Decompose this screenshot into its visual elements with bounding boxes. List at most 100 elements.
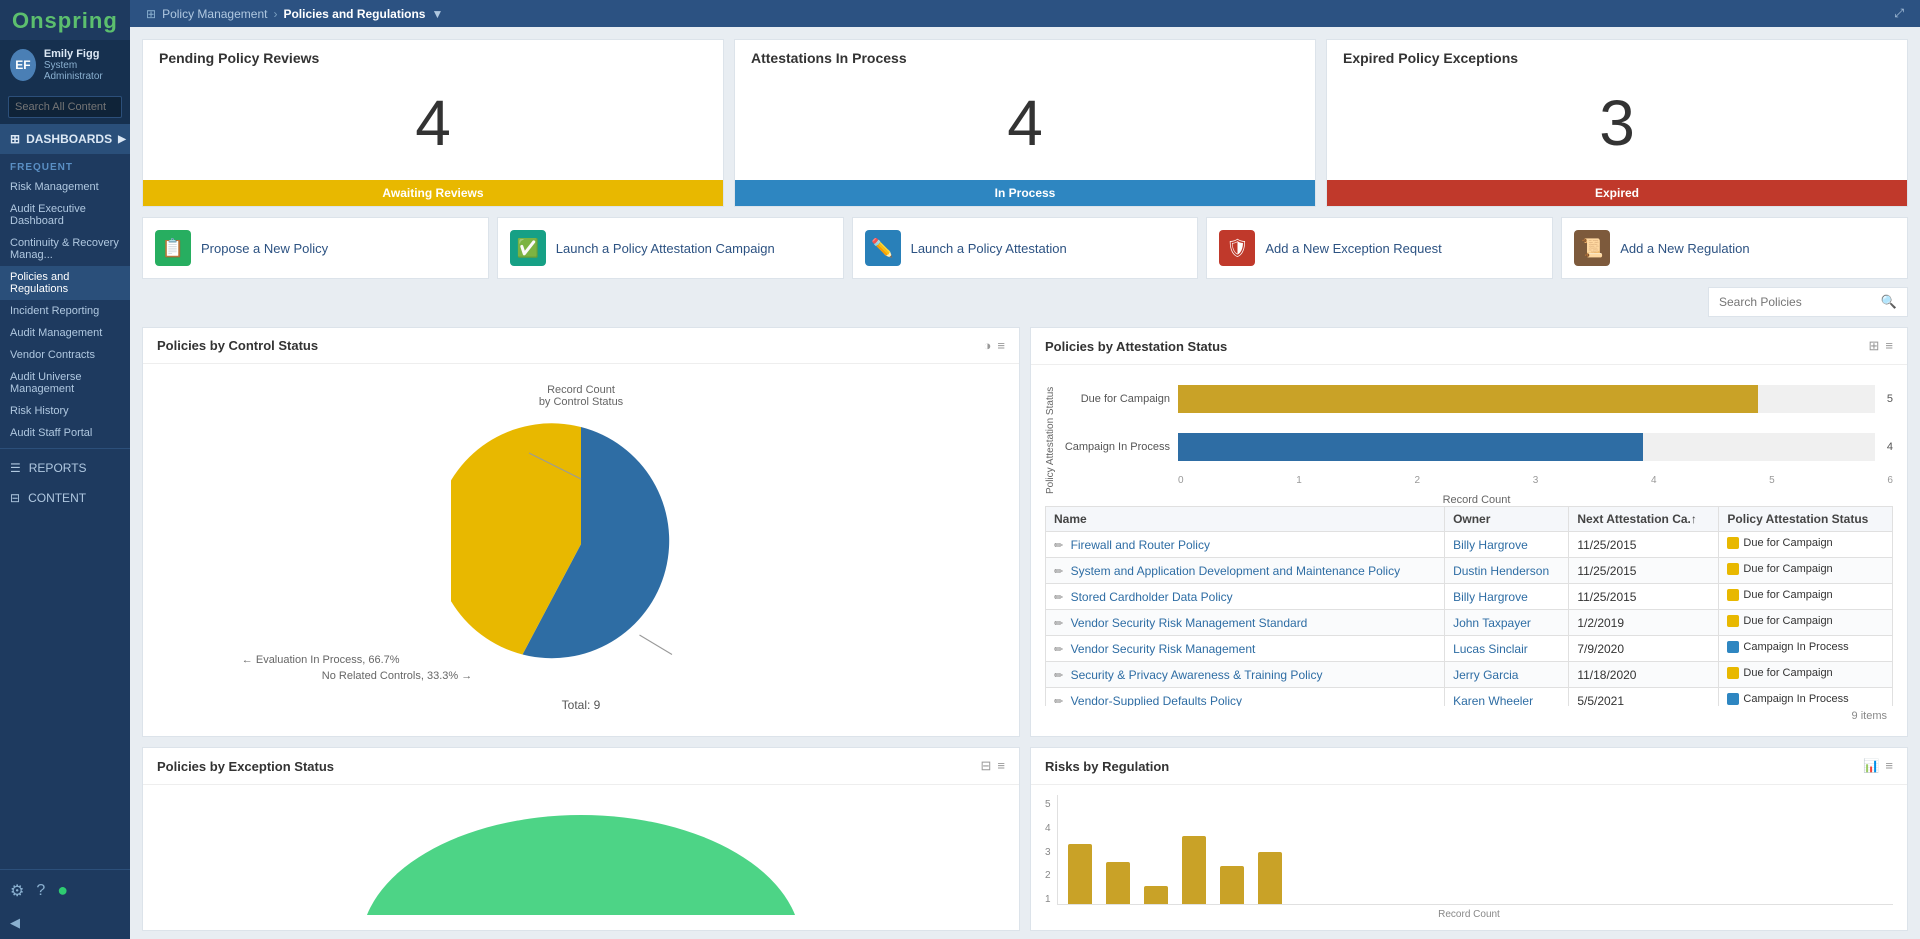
launch-attestation-button[interactable]: ✏️ Launch a Policy Attestation [852, 217, 1199, 279]
sidebar-item-continuity[interactable]: Continuity & Recovery Manag... [0, 232, 130, 266]
sidebar-item-risk-management[interactable]: Risk Management [0, 176, 130, 198]
sidebar-item-incident[interactable]: Incident Reporting [0, 300, 130, 322]
table-cell-status: Campaign In Process [1719, 688, 1893, 707]
topbar-expand-icon[interactable]: ⤢ [1894, 6, 1904, 21]
help-icon[interactable]: ? [36, 882, 45, 900]
stat-footer-pending[interactable]: Awaiting Reviews [143, 180, 723, 206]
breadcrumb-dropdown-icon[interactable]: ▼ [431, 7, 443, 21]
attestation-table-scroll[interactable]: Name Owner Next Attestation Ca.↑ Policy … [1045, 506, 1893, 706]
menu-icon[interactable]: ≡ [1885, 758, 1893, 774]
table-icon[interactable]: ⊞ [1869, 338, 1880, 354]
edit-icon[interactable]: ✏ [1054, 644, 1063, 656]
stat-card-pending-reviews: Pending Policy Reviews 4 Awaiting Review… [142, 39, 724, 207]
add-exception-request-button[interactable]: 🛡 Add a New Exception Request [1206, 217, 1553, 279]
reports-label: REPORTS [29, 461, 87, 475]
edit-icon[interactable]: ✏ [1054, 696, 1063, 707]
search-policies-input[interactable] [1719, 295, 1875, 309]
col-status[interactable]: Policy Attestation Status [1719, 507, 1893, 532]
nav-item-label: Audit Executive Dashboard [10, 203, 120, 227]
attestation-table: Name Owner Next Attestation Ca.↑ Policy … [1045, 506, 1893, 706]
sidebar-item-risk-history[interactable]: Risk History [0, 400, 130, 422]
col-name[interactable]: Name [1046, 507, 1445, 532]
content-nav[interactable]: ⊟ CONTENT [0, 483, 130, 513]
sidebar: Onspring EF Emily Figg System Administra… [0, 0, 130, 939]
table-cell-date: 11/25/2015 [1569, 532, 1719, 558]
edit-icon[interactable]: ✏ [1054, 670, 1063, 682]
chart-control-header: Policies by Control Status ◑ ≡ [143, 328, 1019, 364]
edit-icon[interactable]: ✏ [1054, 566, 1063, 578]
add-exception-icon: 🛡 [1219, 230, 1255, 266]
policy-name-link[interactable]: Firewall and Router Policy [1071, 538, 1210, 552]
settings-icon[interactable]: ⚙ [10, 881, 24, 901]
status-badge: Due for Campaign [1727, 537, 1832, 549]
owner-link[interactable]: Karen Wheeler [1453, 694, 1533, 707]
policy-name-link[interactable]: Vendor-Supplied Defaults Policy [1071, 694, 1242, 707]
filter-icon[interactable]: ⊟ [981, 758, 992, 774]
owner-link[interactable]: Lucas Sinclair [1453, 642, 1528, 656]
owner-link[interactable]: Billy Hargrove [1453, 590, 1528, 604]
propose-policy-icon: 📋 [155, 230, 191, 266]
propose-policy-button[interactable]: 📋 Propose a New Policy [142, 217, 489, 279]
bar-chart-icon[interactable]: 📊 [1863, 758, 1879, 774]
pie-icon[interactable]: ◑ [984, 338, 992, 353]
risk-bar-2 [1106, 862, 1130, 904]
table-row: ✏ Firewall and Router Policy [1046, 532, 1445, 558]
sidebar-item-audit-staff[interactable]: Audit Staff Portal [0, 422, 130, 444]
stat-footer-attestations[interactable]: In Process [735, 180, 1315, 206]
table-cell-owner: John Taxpayer [1445, 610, 1569, 636]
pie-annotation-eval: ← Evaluation In Process, 66.7% [242, 654, 920, 666]
chart-risks-title: Risks by Regulation [1045, 759, 1169, 774]
sidebar-item-policies[interactable]: Policies and Regulations [0, 266, 130, 300]
sidebar-item-vendor-contracts[interactable]: Vendor Contracts [0, 344, 130, 366]
chart-attestation-body: Policy Attestation Status Due for Campai… [1031, 365, 1907, 736]
add-regulation-button[interactable]: 📜 Add a New Regulation [1561, 217, 1908, 279]
dashboards-nav[interactable]: ⊞ DASHBOARDS ▶ [0, 124, 130, 154]
reports-nav[interactable]: ☰ REPORTS [0, 453, 130, 483]
chart-risks-regulation: Risks by Regulation 📊 ≡ 5 4 3 2 1 [1030, 747, 1908, 931]
sidebar-item-audit-management[interactable]: Audit Management [0, 322, 130, 344]
owner-link[interactable]: Dustin Henderson [1453, 564, 1549, 578]
status-dot [1727, 615, 1739, 627]
risks-bars-container [1057, 795, 1893, 905]
status-dot [1727, 667, 1739, 679]
col-owner[interactable]: Owner [1445, 507, 1569, 532]
table-row: ✏ Security & Privacy Awareness & Trainin… [1046, 662, 1445, 688]
col-next-date[interactable]: Next Attestation Ca.↑ [1569, 507, 1719, 532]
edit-icon[interactable]: ✏ [1054, 618, 1063, 630]
stat-footer-expired[interactable]: Expired [1327, 180, 1907, 206]
launch-campaign-label: Launch a Policy Attestation Campaign [556, 241, 775, 256]
policy-name-link[interactable]: Stored Cardholder Data Policy [1071, 590, 1233, 604]
menu-icon[interactable]: ≡ [1885, 338, 1893, 354]
launch-attestation-campaign-button[interactable]: ✅ Launch a Policy Attestation Campaign [497, 217, 844, 279]
sidebar-item-audit-executive[interactable]: Audit Executive Dashboard [0, 198, 130, 232]
owner-link[interactable]: Jerry Garcia [1453, 668, 1518, 682]
edit-icon[interactable]: ✏ [1054, 592, 1063, 604]
sidebar-item-audit-universe[interactable]: Audit Universe Management [0, 366, 130, 400]
sidebar-search-input[interactable] [8, 96, 122, 118]
breadcrumb-current: Policies and Regulations [283, 7, 425, 21]
menu-icon[interactable]: ≡ [997, 338, 1005, 353]
risks-y-labels: 5 4 3 2 1 [1045, 795, 1057, 905]
breadcrumb-policy-management[interactable]: Policy Management [162, 7, 267, 21]
back-icon[interactable]: ◀ [10, 915, 20, 931]
edit-icon[interactable]: ✏ [1054, 540, 1063, 552]
status-badge: Due for Campaign [1727, 563, 1832, 575]
policy-name-link[interactable]: Security & Privacy Awareness & Training … [1071, 668, 1323, 682]
risk-bar-6 [1258, 852, 1282, 904]
chevron-right-icon: ▶ [118, 134, 126, 145]
policy-name-link[interactable]: Vendor Security Risk Management [1071, 642, 1256, 656]
risk-bar-fill-3 [1144, 886, 1168, 904]
policy-name-link[interactable]: Vendor Security Risk Management Standard [1071, 616, 1308, 630]
pie-total: Total: 9 [562, 698, 601, 712]
breadcrumb-sep: › [273, 7, 277, 21]
table-cell-status: Campaign In Process [1719, 636, 1893, 662]
action-buttons-row: 📋 Propose a New Policy ✅ Launch a Policy… [142, 217, 1908, 279]
menu-icon[interactable]: ≡ [997, 758, 1005, 774]
add-regulation-label: Add a New Regulation [1620, 241, 1749, 256]
owner-link[interactable]: John Taxpayer [1453, 616, 1531, 630]
search-policies-icon[interactable]: 🔍 [1881, 294, 1897, 310]
owner-link[interactable]: Billy Hargrove [1453, 538, 1528, 552]
pie-annotation-no-controls: No Related Controls, 33.3% → [322, 670, 920, 682]
bottom-charts-row: Policies by Exception Status ⊟ ≡ Risks b… [142, 747, 1908, 931]
policy-name-link[interactable]: System and Application Development and M… [1071, 564, 1401, 578]
